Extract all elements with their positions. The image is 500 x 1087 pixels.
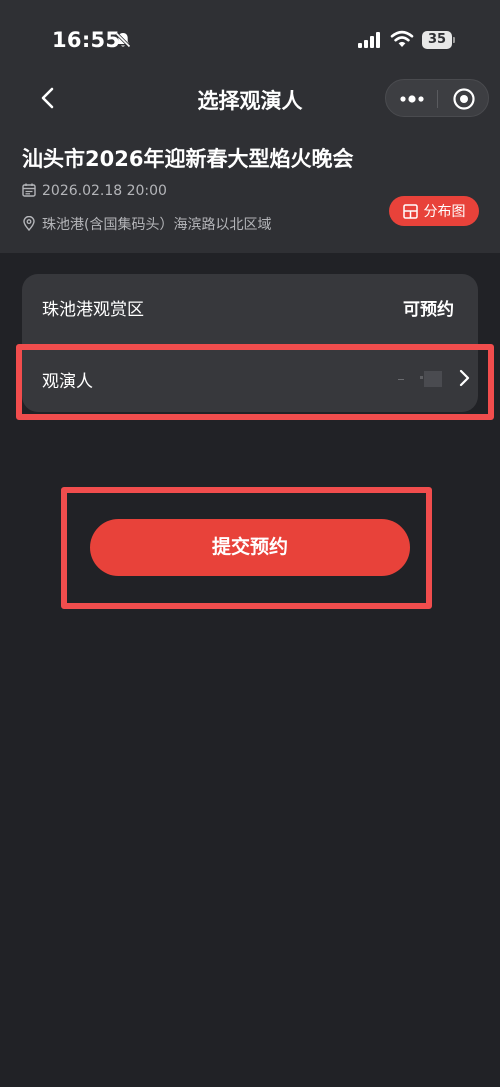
- battery-icon: 35: [422, 31, 455, 49]
- more-icon[interactable]: [399, 89, 425, 109]
- capsule-divider: [437, 90, 438, 108]
- map-icon: [402, 203, 418, 219]
- event-location: 珠池港(含国集码头）海滨路以北区域: [42, 217, 272, 233]
- map-button[interactable]: 分布图: [389, 196, 479, 226]
- event-datetime: 2026.02.18 20:00: [42, 183, 167, 199]
- viewer-row-highlight: [16, 344, 494, 420]
- mini-program-capsule: [385, 79, 489, 117]
- status-time: 16:55: [52, 28, 121, 52]
- submit-button-highlight: [61, 487, 432, 609]
- bell-slash-icon: [115, 32, 131, 48]
- wifi-icon: [390, 30, 414, 47]
- battery-level: 35: [422, 31, 452, 49]
- nav-bar: 选择观演人: [0, 76, 500, 120]
- map-button-label: 分布图: [423, 204, 466, 220]
- location-icon: [23, 215, 35, 232]
- calendar-icon: [22, 183, 36, 197]
- event-location-row: 珠池港(含国集码头）海滨路以北区域: [22, 214, 271, 234]
- area-row: 珠池港观赏区 可预约: [22, 274, 478, 338]
- event-title: 汕头市2026年迎新春大型焰火晚会: [22, 147, 354, 171]
- signal-icon: [358, 32, 380, 48]
- area-label: 珠池港观赏区: [42, 300, 144, 320]
- area-status: 可预约: [403, 300, 454, 320]
- target-icon[interactable]: [452, 87, 476, 111]
- status-bar: 16:55 35: [0, 0, 500, 80]
- battery-tip: [453, 37, 455, 43]
- page: 16:55 35 选择观演人 汕头市2026年迎新春大型焰火晚会 2026.02…: [0, 0, 500, 1087]
- event-datetime-row: 2026.02.18 20:00: [22, 183, 167, 199]
